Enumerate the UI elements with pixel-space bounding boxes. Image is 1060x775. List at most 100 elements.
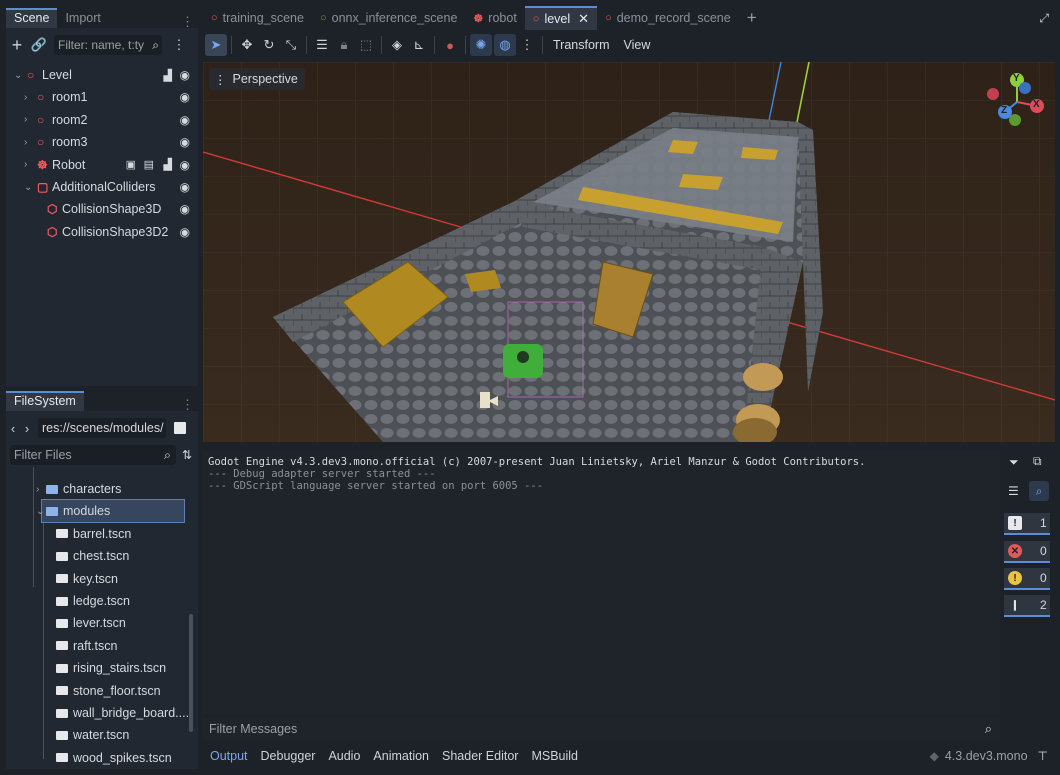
instance-link-icon[interactable]: 🔗 [28,34,50,56]
close-icon[interactable]: ✕ [578,11,589,27]
toolbar-more-icon[interactable]: ⋮ [516,34,538,56]
bottom-tab-animation[interactable]: Animation [373,749,429,763]
visibility-eye-icon[interactable]: ◉ [180,158,190,172]
file-item[interactable]: wall_bridge_board.... [6,702,189,724]
visibility-eye-icon[interactable]: ◉ [180,202,190,216]
visibility-eye-icon[interactable]: ◉ [180,68,190,82]
visibility-eye-icon[interactable]: ◉ [180,113,190,127]
add-node-icon[interactable]: + [6,34,28,56]
move-tool-icon[interactable]: ✥ [236,34,258,56]
expand-arrow-icon[interactable]: › [24,114,27,125]
script-icon[interactable]: ▟ [164,69,172,82]
message-count-badge[interactable]: ❙ 2 [1004,595,1050,617]
lock-icon[interactable]: 🔒︎ [333,34,355,56]
scene-tab[interactable]: ○ training_scene [203,7,312,29]
collapse-arrow-icon[interactable]: ⌄ [36,506,44,517]
filter-messages-input[interactable]: Filter Messages [209,722,297,736]
back-icon[interactable]: ‹ [6,417,20,439]
collapse-icon[interactable]: ☰ [1008,484,1019,498]
file-item[interactable]: key.tscn [6,568,184,590]
tab-filesystem[interactable]: FileSystem [6,391,84,411]
scene-tree-item[interactable]: ⬡ CollisionShape3D ◉ [6,198,198,220]
bottom-tab-msbuild[interactable]: MSBuild [531,749,578,763]
signal-icon[interactable]: ▣ [126,158,136,171]
path-field[interactable]: res://scenes/modules/ [38,418,166,438]
sort-icon[interactable]: ⇅ [176,444,198,466]
add-tab-icon[interactable]: + [747,8,757,28]
scene-file-icon [56,618,68,628]
file-item[interactable]: rising_stairs.tscn [6,657,184,679]
copy-icon[interactable]: ⧉ [1033,454,1042,469]
sun-preview-icon[interactable]: ✺ [470,34,492,56]
bottom-tab-debugger[interactable]: Debugger [261,749,316,763]
scale-tool-icon[interactable]: ⤡ [280,34,302,56]
scene-tree-item[interactable]: ⌄ ▢ AdditionalColliders ◉ [6,176,198,198]
dock-menu-icon[interactable]: ⋮ [181,398,194,411]
file-item[interactable]: stone_floor.tscn [6,680,184,702]
distraction-free-icon[interactable]: ⤢ [1039,11,1049,26]
expand-bottom-icon[interactable]: ⊤ [1038,749,1048,763]
expand-arrow-icon[interactable]: › [24,137,27,148]
scene-tree-item[interactable]: › ☸ Robot ▣ ▤ ▟ ◉ [6,154,198,176]
list-select-icon[interactable]: ☰ [311,34,333,56]
forward-icon[interactable]: › [20,417,34,439]
bottom-tab-audio[interactable]: Audio [328,749,360,763]
log-count-badge[interactable]: ! 1 [1004,513,1050,535]
collapse-arrow-icon[interactable]: ⌄ [24,182,32,193]
scene-tree-item[interactable]: › ○ room3 ◉ [6,131,198,153]
scene-tree-item[interactable]: › ○ room1 ◉ [6,86,198,108]
tab-import[interactable]: Import [57,8,108,28]
view-menu[interactable]: View [624,38,651,52]
visibility-eye-icon[interactable]: ◉ [180,135,190,149]
scene-menu-icon[interactable]: ⋮ [168,34,190,56]
expand-arrow-icon[interactable]: › [24,159,27,170]
scene-tab[interactable]: ○ onnx_inference_scene [312,7,465,29]
scene-tree-item[interactable]: › ○ room2 ◉ [6,109,198,131]
preview-camera-icon[interactable]: ● [439,34,461,56]
visibility-eye-icon[interactable]: ◉ [180,225,190,239]
bottom-tab-output[interactable]: Output [210,749,248,763]
file-item[interactable]: lever.tscn [6,612,184,634]
folder-item[interactable]: ⌄ modules [36,499,185,524]
file-item[interactable]: wood_spikes.tscn [6,747,184,769]
script-icon[interactable]: ▟ [164,158,172,171]
visibility-eye-icon[interactable]: ◉ [180,180,190,194]
snap-object-icon[interactable]: ◈ [386,34,408,56]
clapper-icon[interactable]: ▤ [144,158,154,171]
tab-scene[interactable]: Scene [6,8,58,28]
file-item[interactable]: ledge.tscn [6,590,184,612]
viewport-3d[interactable]: ⋮ Perspective Y X Z [203,62,1055,442]
scene-tree-item[interactable]: ⌄ ○ Level ▟ ◉ [6,64,198,86]
scene-tab[interactable]: ○ level ✕ [524,6,598,30]
file-item[interactable]: barrel.tscn [6,523,184,545]
transform-menu[interactable]: Transform [553,38,610,52]
folder-item[interactable]: › characters [6,478,184,500]
expand-arrow-icon[interactable]: › [24,92,27,103]
warning-count-badge[interactable]: ! 0 [1004,568,1050,590]
file-item[interactable]: chest.tscn [6,545,184,567]
collapse-arrow-icon[interactable]: ⌄ [14,70,22,81]
select-tool-icon[interactable]: ➤ [205,34,227,56]
file-item[interactable]: water.tscn [6,724,184,746]
scene-tab[interactable]: ○ demo_record_scene [597,7,739,29]
scene-filter-input[interactable]: Filter: name, t:ty ⌕ [54,35,162,55]
split-view-icon[interactable] [174,422,186,434]
scene-tab[interactable]: ☸ robot [465,7,524,29]
expand-arrow-icon[interactable]: › [36,484,39,495]
visibility-eye-icon[interactable]: ◉ [180,90,190,104]
search-toggle-icon[interactable]: ⌕ [1029,481,1049,501]
group-icon[interactable]: ⬚ [355,34,377,56]
clear-output-icon[interactable]: ⏷ [1009,455,1019,470]
scene-tree-item[interactable]: ⬡ CollisionShape3D2 ◉ [6,221,198,243]
file-scrollbar[interactable] [189,614,193,732]
bottom-tab-shader-editor[interactable]: Shader Editor [442,749,518,763]
environment-preview-icon[interactable]: ◍ [494,34,516,56]
file-item[interactable]: raft.tscn [6,635,184,657]
ruler-icon[interactable]: ⊾ [408,34,430,56]
file-filter-input[interactable]: Filter Files ⌕ [10,445,176,465]
perspective-button[interactable]: ⋮ Perspective [209,68,305,90]
error-count-badge[interactable]: ✕ 0 [1004,541,1050,563]
rotate-tool-icon[interactable]: ↻ [258,34,280,56]
dock-menu-icon[interactable]: ⋮ [181,15,194,28]
orientation-gizmo[interactable]: Y X Z [987,72,1047,132]
